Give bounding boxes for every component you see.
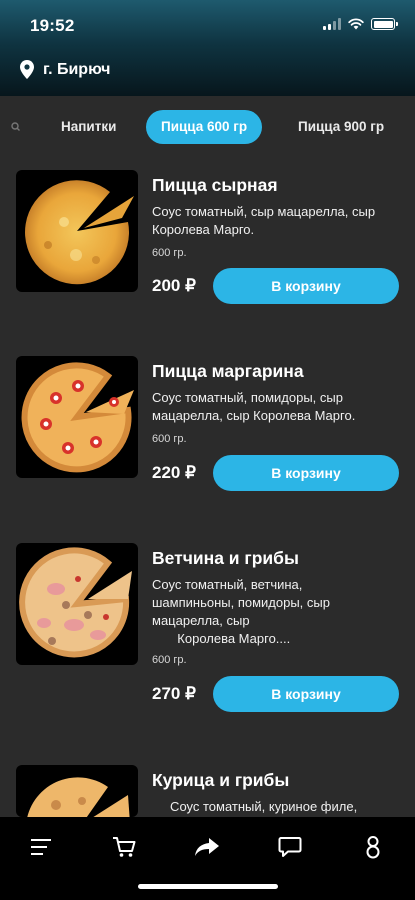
nav-share[interactable] — [187, 829, 227, 865]
product-image[interactable] — [16, 765, 138, 817]
add-to-cart-button[interactable]: В корзину — [213, 676, 399, 712]
tab-pizza-900[interactable]: Пицца 900 гр — [298, 110, 384, 144]
product-price: 200 ₽ — [152, 276, 196, 295]
product-weight: 600 гр. — [152, 654, 187, 666]
product-title: Курица и грибы — [152, 770, 290, 790]
add-to-cart-button[interactable]: В корзину — [213, 268, 399, 304]
product-price: 270 ₽ — [152, 684, 196, 703]
status-bar: 19:52 — [0, 0, 415, 50]
product-title: Ветчина и грибы — [152, 548, 299, 568]
app-header: 19:52 г. Бирюч — [0, 0, 415, 96]
tab-pizza-600[interactable]: Пицца 600 гр — [146, 110, 263, 144]
description-line: Королева Марго.... — [152, 631, 291, 646]
product-description: Соус томатный, ветчина, шампиньоны, помид… — [152, 576, 400, 648]
cart-icon — [113, 837, 136, 857]
tab-pizza-900-label: Пицца 900 гр — [298, 119, 385, 134]
menu-icon — [31, 839, 51, 855]
product-description: Соус томатный, помидоры, сыр мацарелла, … — [152, 390, 356, 423]
product-weight: 600 гр. — [152, 247, 187, 259]
product-title: Пицца маргарина — [152, 361, 304, 381]
product-description: Соус томатный, куриное филе, — [152, 799, 358, 814]
chat-icon — [278, 837, 302, 857]
wifi-icon — [348, 18, 364, 30]
add-to-cart-button[interactable]: В корзину — [213, 455, 399, 491]
status-time: 19:52 — [30, 16, 75, 35]
battery-icon — [371, 18, 398, 30]
nav-chat[interactable] — [270, 829, 310, 865]
product-image[interactable] — [16, 543, 138, 665]
product-image[interactable] — [16, 170, 138, 292]
location-pin-icon — [20, 60, 34, 79]
product-image[interactable] — [16, 356, 138, 478]
tab-drinks[interactable]: Напитки — [61, 110, 116, 144]
product-description: Соус томатный, сыр мацарелла, сыр Короле… — [152, 204, 376, 237]
cellular-signal-icon — [323, 18, 341, 30]
location-city: г. Бирюч — [43, 60, 111, 78]
product-title: Пицца сырная — [152, 175, 278, 195]
status-icons — [323, 18, 398, 30]
nav-profile[interactable] — [353, 829, 393, 865]
nav-cart[interactable] — [104, 829, 144, 865]
description-line: Соус томатный, ветчина, — [152, 577, 303, 592]
description-line: шампиньоны, помидоры, сыр — [152, 595, 330, 610]
product-weight: 600 гр. — [152, 433, 187, 445]
profile-icon — [366, 836, 380, 859]
nav-menu[interactable] — [21, 829, 61, 865]
share-icon — [195, 838, 219, 856]
location-selector[interactable]: г. Бирюч — [20, 60, 110, 79]
product-price: 220 ₽ — [152, 463, 196, 482]
home-indicator[interactable] — [138, 884, 278, 889]
tab-search-partial[interactable] — [11, 110, 20, 144]
category-tabs: Напитки Пицца 600 гр Пицца 900 гр — [0, 110, 415, 146]
search-icon — [11, 122, 20, 131]
description-line: мацарелла, сыр — [152, 613, 250, 628]
